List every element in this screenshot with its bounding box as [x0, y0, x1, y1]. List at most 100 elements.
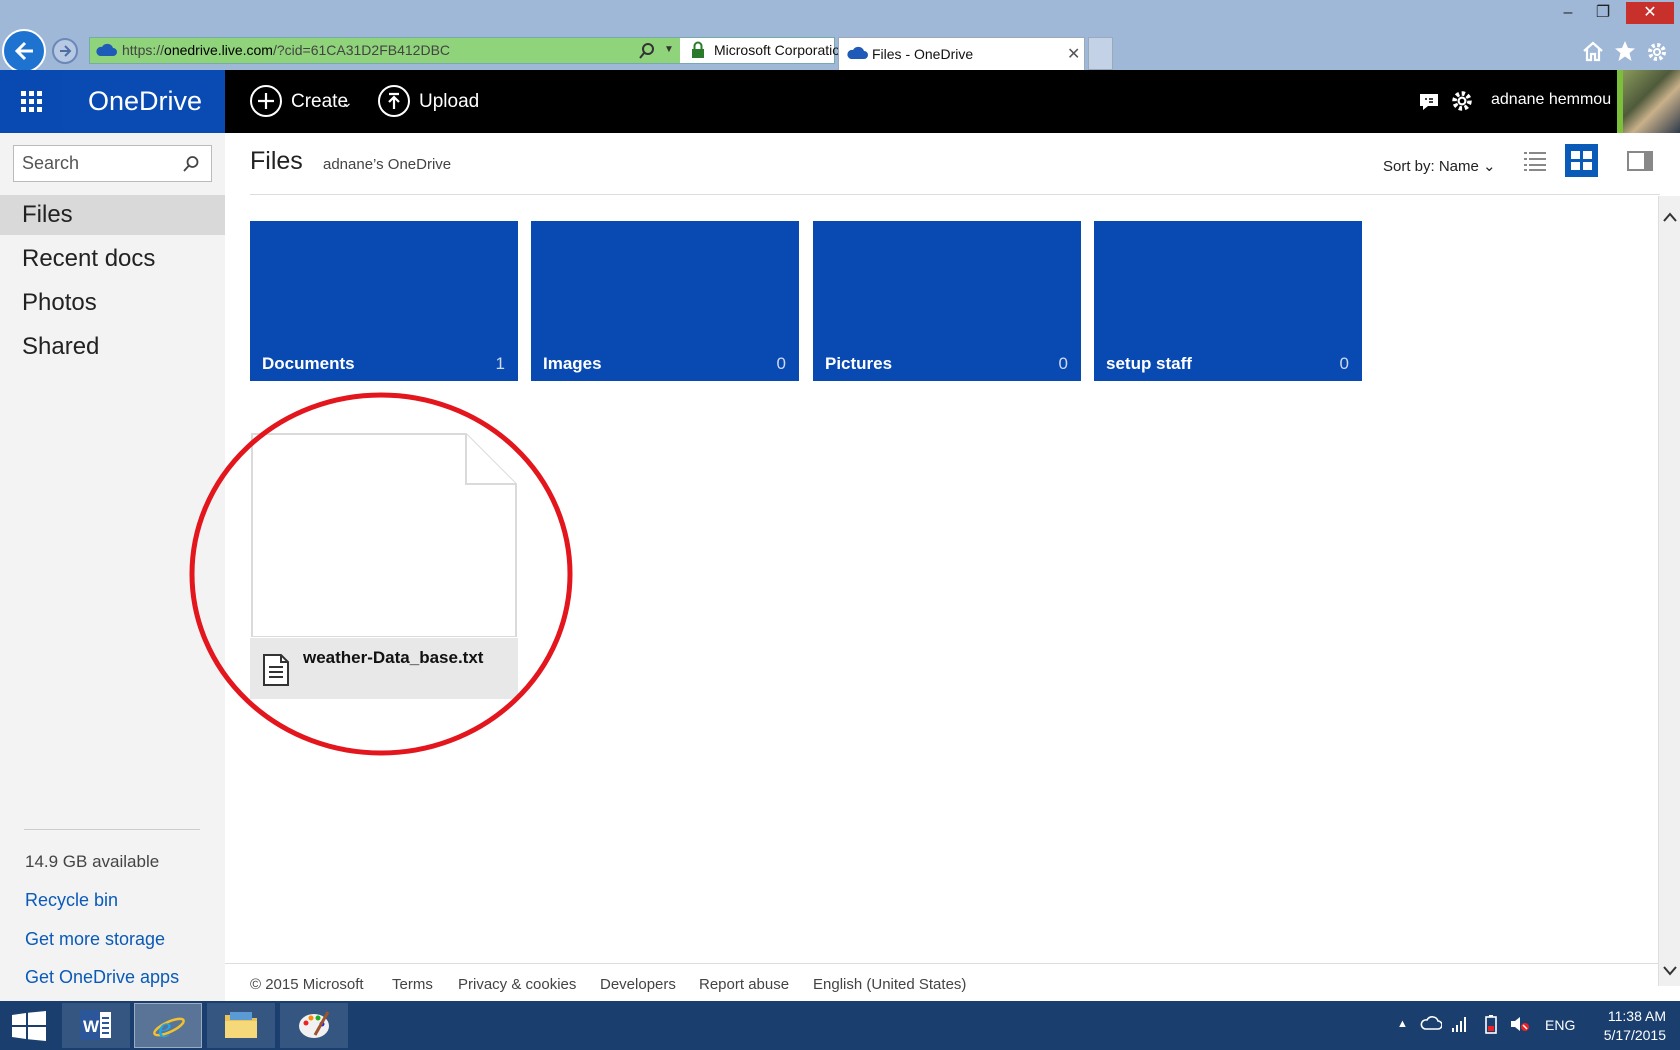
sort-dropdown[interactable]: Sort by: Name ⌄	[1383, 157, 1496, 175]
clock-date: 5/17/2015	[1603, 1027, 1666, 1043]
lock-icon[interactable]	[690, 41, 706, 59]
tiles-view-icon	[1571, 151, 1592, 170]
breadcrumb[interactable]: adnane’s OneDrive	[323, 156, 451, 173]
folder-tile[interactable]: Images 0	[531, 221, 799, 381]
browser-chrome: – ❐ ✕ https://onedrive.live.com/?cid=61C…	[0, 0, 1680, 73]
list-view-icon[interactable]	[1524, 151, 1546, 171]
address-url: https://onedrive.live.com/?cid=61CA31D2F…	[122, 42, 451, 58]
battery-icon[interactable]	[1482, 1014, 1502, 1034]
chevron-down-icon: ⌄	[1483, 158, 1496, 175]
folder-count: 0	[776, 354, 786, 373]
svg-text:W: W	[83, 1017, 100, 1036]
annotation-circle	[189, 392, 573, 756]
taskbar-paint[interactable]	[280, 1003, 348, 1048]
recycle-bin-link[interactable]: Recycle bin	[25, 890, 118, 911]
footer-link-privacy[interactable]: Privacy & cookies	[458, 976, 576, 993]
minimize-icon[interactable]: –	[1551, 2, 1585, 24]
footer-link-developers[interactable]: Developers	[600, 976, 676, 993]
scroll-up-icon[interactable]	[1662, 211, 1678, 223]
show-hidden-icons[interactable]: ▲	[1397, 1018, 1408, 1030]
get-more-storage-link[interactable]: Get more storage	[25, 929, 165, 950]
tiles-view-button[interactable]	[1565, 144, 1598, 177]
folder-name: setup staff	[1106, 354, 1192, 373]
search-icon[interactable]	[638, 42, 656, 60]
folder-count: 0	[1339, 354, 1349, 373]
app-launcher-button[interactable]	[0, 70, 63, 133]
forward-button[interactable]	[52, 38, 78, 64]
sidebar-item-files[interactable]: Files	[0, 195, 225, 235]
scroll-down-icon[interactable]	[1662, 965, 1678, 977]
settings-gear-icon[interactable]	[1450, 89, 1474, 113]
folder-tile[interactable]: Pictures 0	[813, 221, 1081, 381]
user-name[interactable]: adnane hemmou	[1491, 91, 1611, 109]
sidebar-item-shared[interactable]: Shared	[0, 327, 225, 367]
footer-link-terms[interactable]: Terms	[392, 976, 433, 993]
search-icon[interactable]	[182, 155, 200, 173]
create-label: Create	[291, 91, 349, 112]
volume-muted-icon[interactable]	[1510, 1015, 1530, 1033]
address-bar[interactable]: https://onedrive.live.com/?cid=61CA31D2F…	[89, 37, 914, 64]
windows-start-icon[interactable]	[12, 1011, 46, 1041]
avatar[interactable]	[1617, 70, 1680, 133]
language-indicator[interactable]: ENG	[1545, 1017, 1575, 1033]
copyright: © 2015 Microsoft	[250, 976, 364, 993]
sort-label: Sort by: Name	[1383, 158, 1479, 175]
upload-icon	[378, 85, 410, 117]
paint-palette-icon	[299, 1011, 330, 1038]
scrollbar[interactable]	[1658, 196, 1680, 986]
search-box[interactable]	[13, 145, 212, 182]
divider	[24, 829, 200, 830]
close-icon[interactable]: ✕	[1626, 2, 1674, 24]
get-apps-link[interactable]: Get OneDrive apps	[25, 967, 179, 988]
onedrive-cloud-icon	[96, 43, 117, 56]
tab-close-icon[interactable]: ✕	[1067, 44, 1080, 64]
clock-time: 11:38 AM	[1607, 1008, 1666, 1024]
home-icon[interactable]	[1581, 40, 1605, 62]
brand-logo[interactable]: OneDrive	[63, 70, 225, 133]
folder-icon	[225, 1012, 257, 1038]
app-header: OneDrive Create ⌄ Upload adnane hemmou	[0, 70, 1680, 133]
taskbar: W e ▲ ENG 11:38 AM 5/17/2015	[0, 1001, 1680, 1050]
footer-link-report-abuse[interactable]: Report abuse	[699, 976, 789, 993]
footer: © 2015 Microsoft Terms Privacy & cookies…	[225, 963, 1658, 1001]
footer-link-language[interactable]: English (United States)	[813, 976, 966, 993]
folder-tile[interactable]: Documents 1	[250, 221, 518, 381]
storage-available: 14.9 GB available	[25, 852, 160, 871]
restore-icon[interactable]: ❐	[1586, 2, 1620, 24]
onedrive-tray-icon[interactable]	[1420, 1015, 1442, 1031]
back-button[interactable]	[2, 29, 46, 73]
word-icon: W	[80, 1010, 111, 1040]
folder-tile[interactable]: setup staff 0	[1094, 221, 1362, 381]
divider	[250, 194, 1660, 195]
plus-icon	[250, 85, 282, 117]
folder-name: Images	[543, 354, 602, 373]
network-signal-icon[interactable]	[1452, 1016, 1468, 1032]
taskbar-file-explorer[interactable]	[207, 1003, 275, 1048]
new-tab-button[interactable]	[1088, 37, 1113, 70]
folder-name: Pictures	[825, 354, 893, 373]
sidebar-item-recent-docs[interactable]: Recent docs	[0, 239, 225, 279]
folder-count: 1	[495, 354, 505, 373]
arrow-right-icon	[60, 45, 72, 57]
tab-title: Files - OneDrive	[872, 46, 974, 62]
folder-name: Documents	[262, 354, 355, 373]
waffle-icon	[21, 91, 42, 112]
details-pane-icon[interactable]	[1627, 151, 1653, 171]
favorites-star-icon[interactable]	[1613, 40, 1637, 62]
search-input[interactable]	[22, 152, 172, 174]
folder-count: 0	[1058, 354, 1068, 373]
sidebar-item-photos[interactable]: Photos	[0, 283, 225, 323]
browser-tab[interactable]: Files - OneDrive ✕	[838, 37, 1085, 70]
feedback-icon[interactable]	[1418, 91, 1440, 113]
gear-icon[interactable]	[1645, 40, 1669, 64]
clock[interactable]: 11:38 AM 5/17/2015	[1592, 1007, 1666, 1045]
arrow-left-icon	[14, 41, 33, 61]
taskbar-word[interactable]: W	[62, 1003, 130, 1048]
svg-text:e: e	[158, 1011, 171, 1042]
chevron-down-icon[interactable]: ▼	[664, 44, 674, 55]
internet-explorer-icon: e	[153, 1011, 185, 1042]
page-title: Files	[250, 147, 303, 175]
onedrive-cloud-icon	[847, 46, 868, 59]
upload-label: Upload	[419, 91, 480, 112]
taskbar-internet-explorer[interactable]: e	[134, 1003, 202, 1048]
